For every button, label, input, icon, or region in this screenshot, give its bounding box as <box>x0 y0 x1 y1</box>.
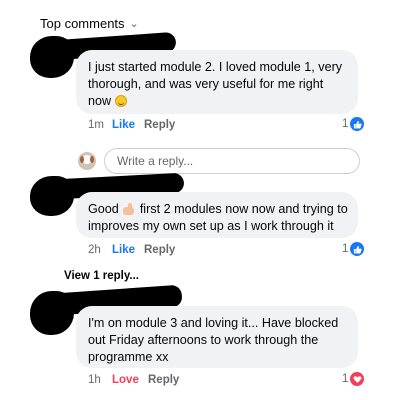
comment-time: 1h <box>88 374 101 386</box>
like-button[interactable]: Like <box>112 244 144 256</box>
like-button[interactable]: Like <box>112 119 144 131</box>
comment-time: 1m <box>88 119 104 131</box>
like-icon <box>350 117 365 131</box>
love-button[interactable]: Love <box>112 374 148 386</box>
reply-button[interactable]: Reply <box>144 119 175 131</box>
comments-panel: Top comments ⌄ I just started module 2. … <box>30 8 370 392</box>
chevron-down-icon: ⌄ <box>129 18 139 30</box>
reaction-count: 1 <box>342 118 349 130</box>
reply-input[interactable]: Write a reply... <box>104 148 360 174</box>
comment-actions: 1m Like Reply <box>88 119 175 131</box>
comment-text-before: Good <box>88 202 119 216</box>
sort-label: Top comments <box>40 16 125 31</box>
reply-composer: Write a reply... <box>78 148 360 174</box>
comment-time: 2h <box>88 244 101 256</box>
like-icon <box>350 242 365 256</box>
comment-bubble: I'm on module 3 and loving it... Have bl… <box>76 306 358 368</box>
reply-button[interactable]: Reply <box>148 374 179 386</box>
comment-text: I'm on module 3 and loving it... Have bl… <box>88 316 339 364</box>
reaction-summary[interactable]: 1 <box>342 117 365 131</box>
reaction-summary[interactable]: 1 <box>342 242 365 256</box>
love-icon <box>350 372 365 386</box>
smiley-emoji <box>114 95 127 107</box>
top-comments-sort[interactable]: Top comments ⌄ <box>40 16 139 31</box>
comment-bubble: Good first 2 modules now now and trying … <box>76 192 358 238</box>
reaction-count: 1 <box>342 243 349 255</box>
reaction-summary[interactable]: 1 <box>342 372 365 386</box>
view-replies-link[interactable]: View 1 reply... <box>64 270 139 282</box>
user-avatar <box>78 152 96 170</box>
reaction-count: 1 <box>342 373 349 385</box>
comment-actions: 1h Love Reply <box>88 374 179 386</box>
reply-button[interactable]: Reply <box>144 244 175 256</box>
comment-actions: 2h Like Reply <box>88 244 175 256</box>
thumbs-up-emoji <box>122 203 136 215</box>
comment-bubble: I just started module 2. I loved module … <box>76 50 358 114</box>
